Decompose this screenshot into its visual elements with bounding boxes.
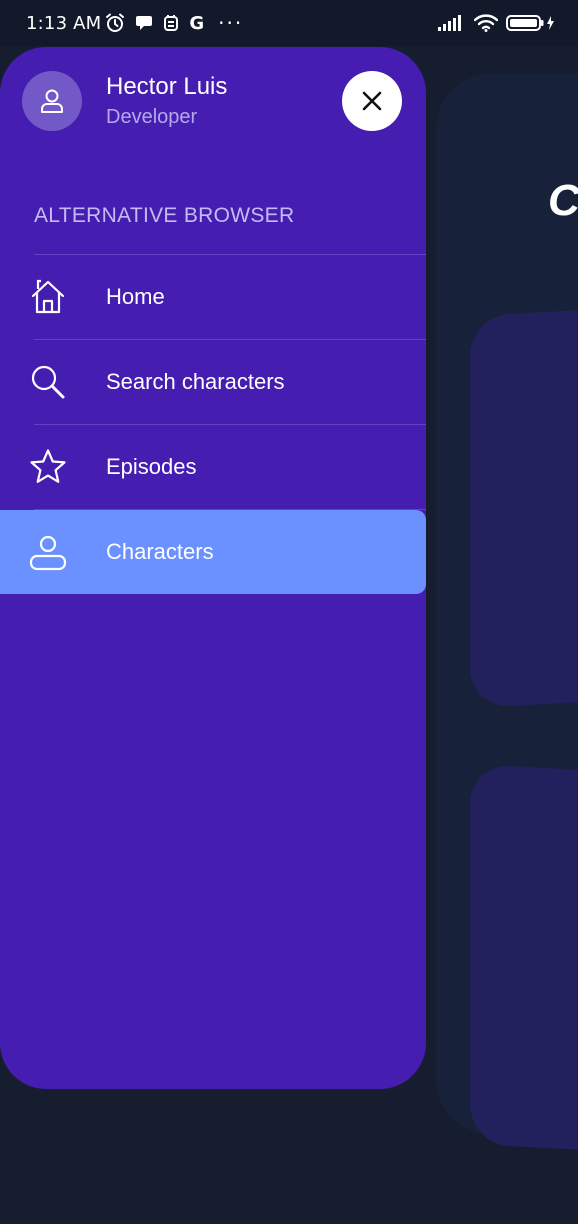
alarm-icon	[106, 13, 125, 32]
background-character-card[interactable]	[470, 764, 578, 1152]
avatar	[22, 71, 82, 131]
app-screen: 1:13 AM G ··· C Hector Luis Developer AL…	[0, 0, 578, 1224]
battery-charging-icon	[506, 15, 554, 31]
search-icon	[28, 362, 68, 402]
menu-item-search-characters[interactable]: Search characters	[0, 340, 426, 424]
menu-item-episodes[interactable]: Episodes	[0, 425, 426, 509]
status-bar: 1:13 AM G ···	[0, 0, 578, 46]
close-drawer-button[interactable]	[342, 71, 402, 131]
navigation-drawer: Hector Luis Developer ALTERNATIVE BROWSE…	[0, 47, 426, 1089]
vpn-key-icon	[164, 15, 179, 31]
background-character-card[interactable]	[470, 308, 578, 708]
menu-item-label: Episodes	[106, 454, 197, 479]
user-role: Developer	[106, 106, 198, 128]
close-icon	[362, 91, 382, 111]
section-title: ALTERNATIVE BROWSER	[34, 204, 295, 227]
star-icon	[28, 447, 68, 487]
home-icon	[28, 277, 68, 317]
more-notifications-icon: ···	[218, 11, 244, 35]
google-icon: G	[189, 12, 205, 34]
menu-item-label: Home	[106, 284, 165, 309]
chat-icon	[136, 16, 153, 30]
menu-item-home[interactable]: Home	[0, 255, 426, 339]
status-time: 1:13 AM	[26, 12, 102, 34]
wifi-icon	[474, 14, 498, 32]
user-name: Hector Luis	[106, 73, 228, 100]
menu-item-label: Characters	[106, 539, 214, 564]
menu-item-label: Search characters	[106, 369, 285, 394]
person-icon	[28, 532, 68, 572]
background-page-title: C	[548, 176, 578, 225]
signal-icon	[438, 15, 461, 31]
menu-item-characters[interactable]: Characters	[0, 510, 426, 594]
person-icon	[41, 89, 63, 113]
drawer-menu: Home Search characters Episodes Characte…	[0, 254, 426, 594]
status-right-icons	[438, 14, 556, 32]
status-left-icons: G ···	[105, 11, 243, 35]
